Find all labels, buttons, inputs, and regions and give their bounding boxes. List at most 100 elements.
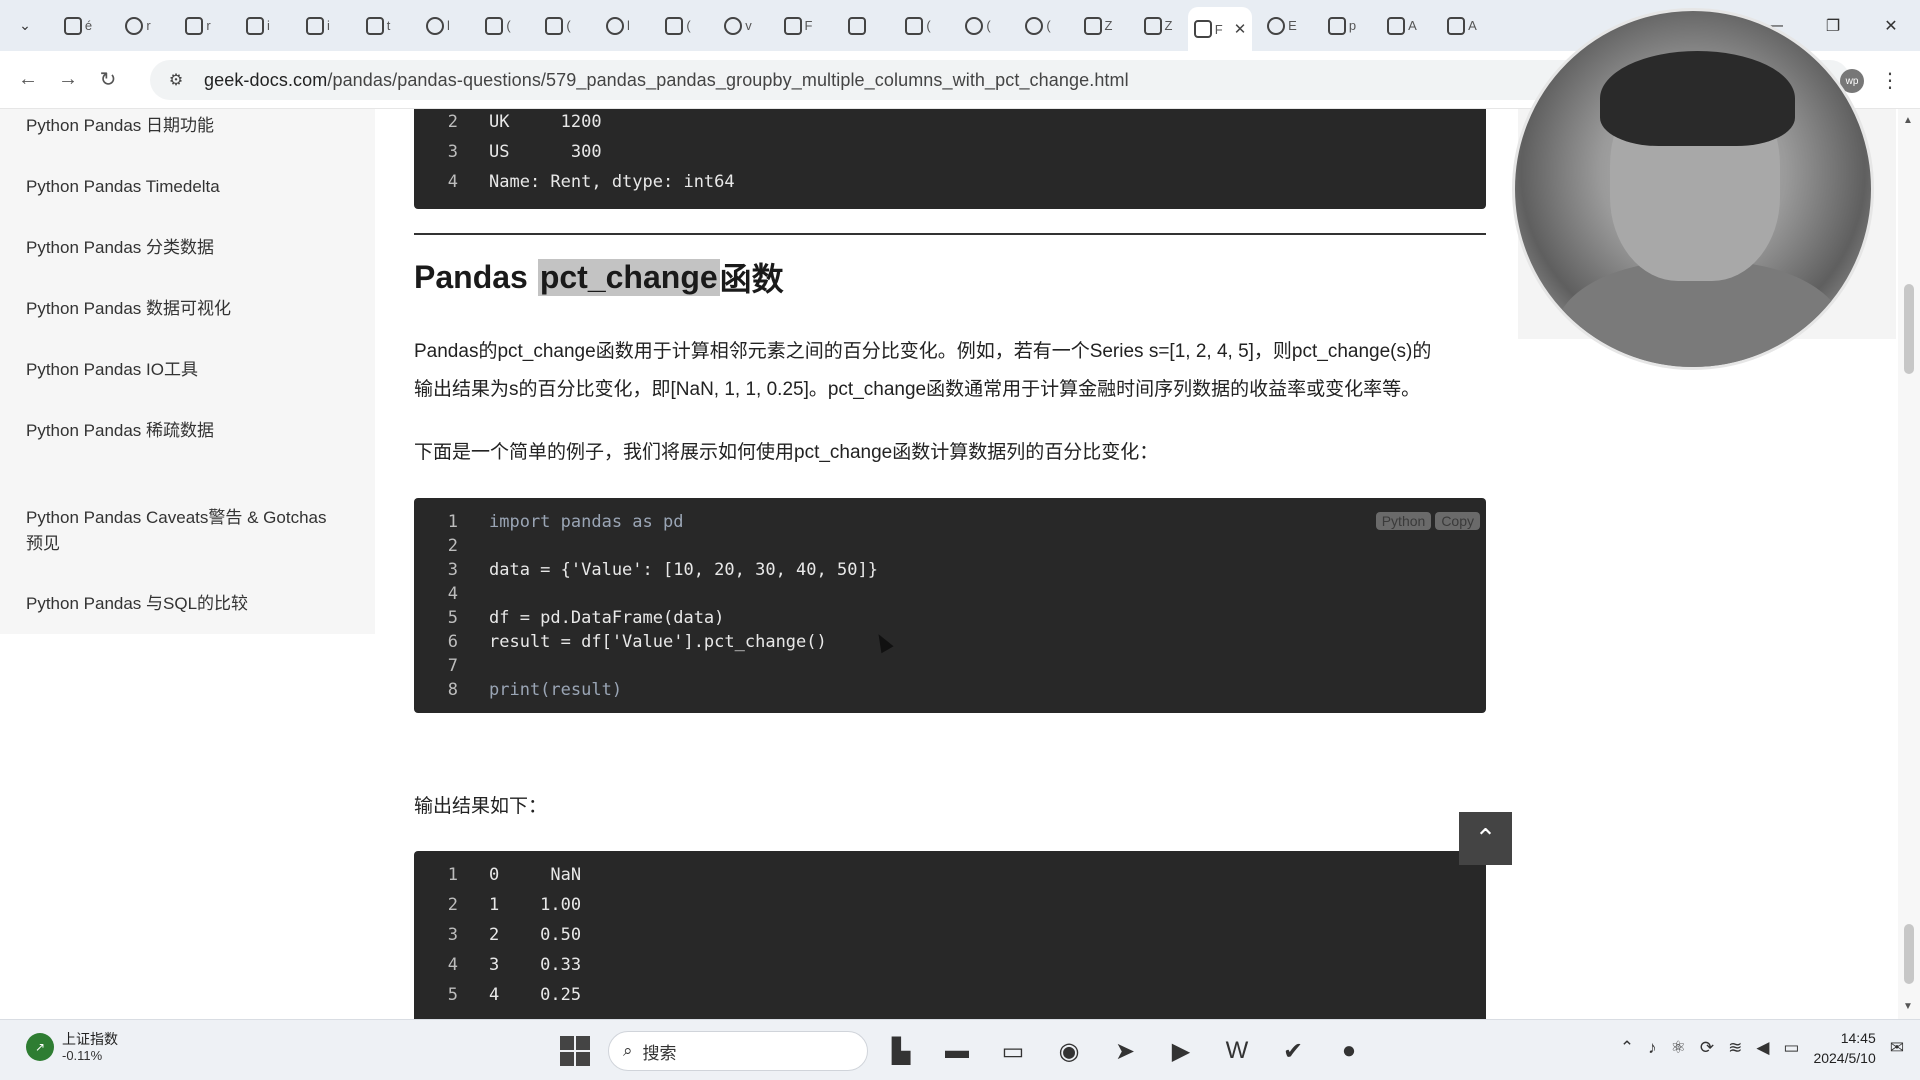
tab-title: ( — [1046, 18, 1051, 33]
back-to-top-button[interactable]: ⌃ — [1459, 812, 1512, 865]
tab-title: l — [447, 18, 450, 33]
vim-icon[interactable]: ✔ — [1270, 1028, 1316, 1074]
browser-tab[interactable]: ( — [468, 6, 528, 46]
github-icon — [426, 16, 445, 35]
language-badge: Python — [1375, 512, 1432, 530]
close-tab-icon[interactable]: ✕ — [1234, 20, 1247, 38]
browser-tab[interactable]: r — [108, 6, 168, 46]
forward-arrow-icon[interactable]: → — [48, 60, 88, 100]
code-block-example: Python Copy 1 import pandas as pd 2 3 da… — [414, 498, 1486, 713]
line-number: 2 — [447, 536, 458, 556]
tab-title: Z — [1164, 18, 1173, 33]
browser-menu-icon[interactable]: ⋮ — [1870, 60, 1910, 100]
system-tray: ⌃ ♪ ⚛ ⟳ ≋ ◀ ▭ 14:45 2024/5/10 ✉ — [1620, 1028, 1904, 1068]
sidebar-item-visualization[interactable]: Python Pandas 数据可视化 — [26, 296, 346, 322]
browser-tab[interactable]: F ✕ — [1188, 7, 1252, 51]
scrollbar-thumb[interactable] — [1904, 284, 1914, 374]
file-explorer-icon[interactable]: ▭ — [990, 1028, 1036, 1074]
browser-tab[interactable]: ( — [948, 6, 1008, 46]
sidebar-item-date[interactable]: Python Pandas 日期功能 — [26, 113, 346, 139]
sidebar-item-io-tools[interactable]: Python Pandas IO工具 — [26, 357, 346, 383]
recorder-icon[interactable]: ● — [1326, 1028, 1372, 1074]
browser-tab[interactable]: Z — [1068, 6, 1128, 46]
microphone-icon[interactable]: ♪ — [1648, 1038, 1657, 1058]
scroll-down-icon[interactable]: ▼ — [1903, 1001, 1913, 1012]
sidebar-item-timedelta[interactable]: Python Pandas Timedelta — [26, 174, 346, 200]
sidebar-item-categorical[interactable]: Python Pandas 分类数据 — [26, 235, 346, 261]
task-view-icon[interactable]: ▙ — [878, 1028, 924, 1074]
url-path: /pandas/pandas-questions/579_pandas_pand… — [327, 69, 1129, 90]
chevron-up-icon[interactable]: ⌃ — [1620, 1038, 1634, 1058]
browser-tab[interactable]: ( — [648, 6, 708, 46]
code-line: 1 0 NaN — [414, 860, 581, 890]
browser-tab[interactable]: A — [1432, 6, 1492, 46]
terminal-app-icon[interactable]: ▬ — [934, 1028, 980, 1074]
browser-tab[interactable]: ( — [1008, 6, 1068, 46]
tab-title: i — [327, 18, 330, 33]
browser-tab[interactable]: l — [588, 6, 648, 46]
start-button[interactable] — [552, 1028, 598, 1074]
wifi-icon[interactable]: ≋ — [1728, 1038, 1742, 1058]
scrollbar-thumb-secondary[interactable] — [1904, 924, 1914, 984]
tab-title: ( — [686, 18, 691, 33]
scroll-up-icon[interactable]: ▲ — [1903, 115, 1913, 126]
browser-tab[interactable]: E — [1252, 6, 1312, 46]
browser-tab[interactable]: é — [48, 6, 108, 46]
browser-tab[interactable] — [828, 6, 888, 46]
reload-icon[interactable]: ↻ — [88, 60, 128, 100]
grid-icon — [665, 16, 684, 35]
restore-button[interactable]: ❐ — [1804, 0, 1862, 51]
browser-tab[interactable]: ( — [888, 6, 948, 46]
wps-icon[interactable]: W — [1214, 1028, 1260, 1074]
sidebar-item-sql-compare[interactable]: Python Pandas 与SQL的比较 — [26, 591, 346, 617]
site-info-icon[interactable]: ⚙ — [158, 62, 194, 98]
input-method-icon[interactable]: ⚛ — [1671, 1038, 1686, 1058]
browser-tab[interactable]: i — [228, 6, 288, 46]
powershell-icon[interactable]: ▶ — [1158, 1028, 1204, 1074]
browser-tab[interactable]: A — [1372, 6, 1432, 46]
browser-tab[interactable]: i — [288, 6, 348, 46]
browser-tab[interactable]: r — [168, 6, 228, 46]
browser-tab[interactable]: Z — [1128, 6, 1188, 46]
browser-tab[interactable]: p — [1312, 6, 1372, 46]
c-icon — [1327, 16, 1346, 35]
tab-title: A — [1408, 18, 1417, 33]
tab-title: A — [1468, 18, 1477, 33]
copy-button[interactable]: Copy — [1435, 512, 1480, 530]
code-text: 4 0.25 — [489, 985, 582, 1005]
clock-date: 2024/5/10 — [1813, 1050, 1876, 1066]
browser-tab[interactable]: ( — [528, 6, 588, 46]
globe-icon — [1267, 16, 1286, 35]
browser-tab[interactable]: t — [348, 6, 408, 46]
close-window-button[interactable]: ✕ — [1862, 0, 1920, 51]
github-icon — [606, 16, 625, 35]
notification-icon[interactable]: ✉ — [1890, 1038, 1904, 1058]
sidebar-item-caveats[interactable]: Python Pandas Caveats警告 & Gotchas 预见 — [26, 505, 346, 557]
code-line: 5 4 0.25 — [414, 980, 581, 1010]
line-number: 1 — [447, 865, 458, 885]
chrome-icon[interactable]: ◉ — [1046, 1028, 1092, 1074]
stock-widget[interactable]: ↗ 上证指数 -0.11% — [26, 1030, 118, 1063]
browser-tab[interactable]: F — [768, 6, 828, 46]
taskbar-search[interactable]: ⌕ 搜索 — [608, 1031, 868, 1071]
browser-tab[interactable]: v — [708, 6, 768, 46]
code-text: import pandas as pd — [489, 512, 684, 532]
clock[interactable]: 14:45 2024/5/10 — [1813, 1028, 1875, 1068]
back-arrow-icon[interactable]: ← — [8, 60, 48, 100]
browser-tab[interactable]: l — [408, 6, 468, 46]
code-line: 8 print(result) — [414, 675, 622, 705]
volume-icon[interactable]: ◀ — [1756, 1038, 1769, 1058]
heading-highlight[interactable]: pct_change — [537, 258, 720, 296]
sync-icon[interactable]: ⟳ — [1700, 1038, 1714, 1058]
cursor-app-icon[interactable]: ➤ — [1102, 1028, 1148, 1074]
code-block-output: 1 0 NaN 2 1 1.00 3 2 0.50 4 3 0.33 5 4 0… — [414, 851, 1486, 1019]
page-scrollbar[interactable]: ▲ ▼ — [1898, 109, 1920, 1019]
battery-icon[interactable]: ▭ — [1783, 1038, 1799, 1058]
tab-search-dropdown[interactable]: ⌄ — [8, 9, 42, 43]
sidebar-item-sparse[interactable]: Python Pandas 稀疏数据 — [26, 418, 346, 444]
settings-icon — [1387, 16, 1406, 35]
webcam-person-hair — [1600, 51, 1795, 146]
code-text: 2 0.50 — [489, 925, 582, 945]
url-text[interactable]: geek-docs.com/pandas/pandas-questions/57… — [204, 70, 1129, 91]
code-line: 3 US 300 — [414, 137, 602, 167]
